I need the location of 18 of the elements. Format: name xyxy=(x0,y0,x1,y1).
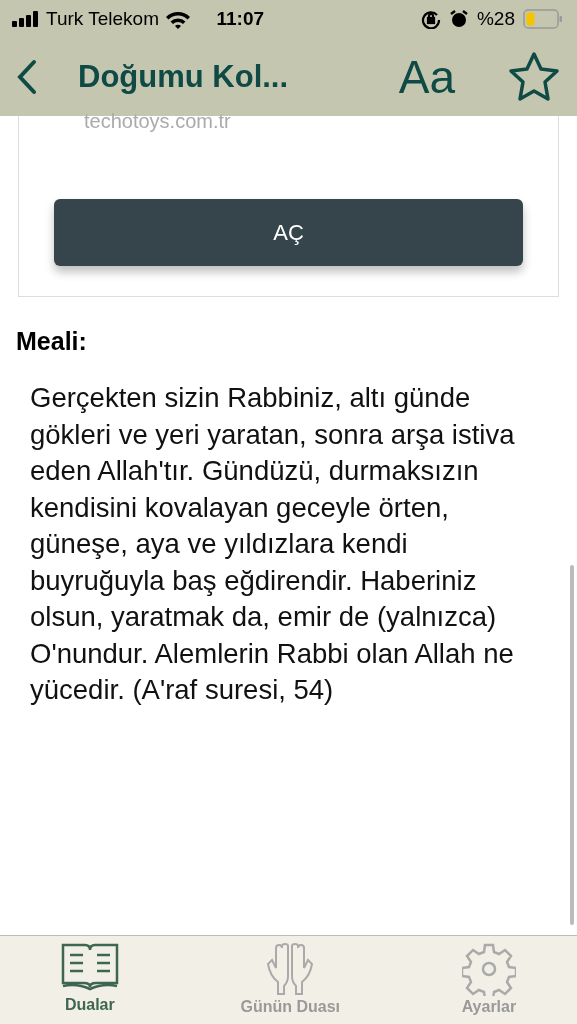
back-button[interactable] xyxy=(16,59,38,95)
alarm-icon xyxy=(448,9,469,29)
clock-time: 11:07 xyxy=(216,8,266,30)
battery-percent: %28 xyxy=(476,8,515,30)
battery-icon xyxy=(523,9,563,29)
rotation-lock-icon xyxy=(420,9,441,29)
settings-icon xyxy=(461,942,516,996)
open-button[interactable]: AÇ xyxy=(54,199,523,266)
section-heading: Meali: xyxy=(16,327,88,356)
meaning-paragraph: Gerçekten sizin Rabbiniz, altı günde gökleri ve yeri yaratan, sonra arşa istiva eden Allah'tır. Gündüzü, durmaksızın kendisini kovalayan geceyle örten, güneşe, aya ve yıldızlara kendi buyruğuyla baş eğdirendir. Haberiniz olsun, yaratmak da, emir de (yalnızca) O'nundur. Alemlerin Rabbi olan Allah ne yücedir. (A'raf suresi, 54) xyxy=(30,381,516,707)
font-size-button[interactable]: Aa xyxy=(398,50,455,104)
scroll-bar[interactable] xyxy=(570,565,574,925)
page-title: Doğumu Kol... xyxy=(78,59,290,95)
carrier-name: Turk Telekom xyxy=(46,8,159,30)
wifi-icon xyxy=(165,9,191,29)
signal-icon xyxy=(12,11,40,27)
favorite-button[interactable] xyxy=(507,51,561,103)
tab-item[interactable]: Dualar xyxy=(60,936,119,1024)
